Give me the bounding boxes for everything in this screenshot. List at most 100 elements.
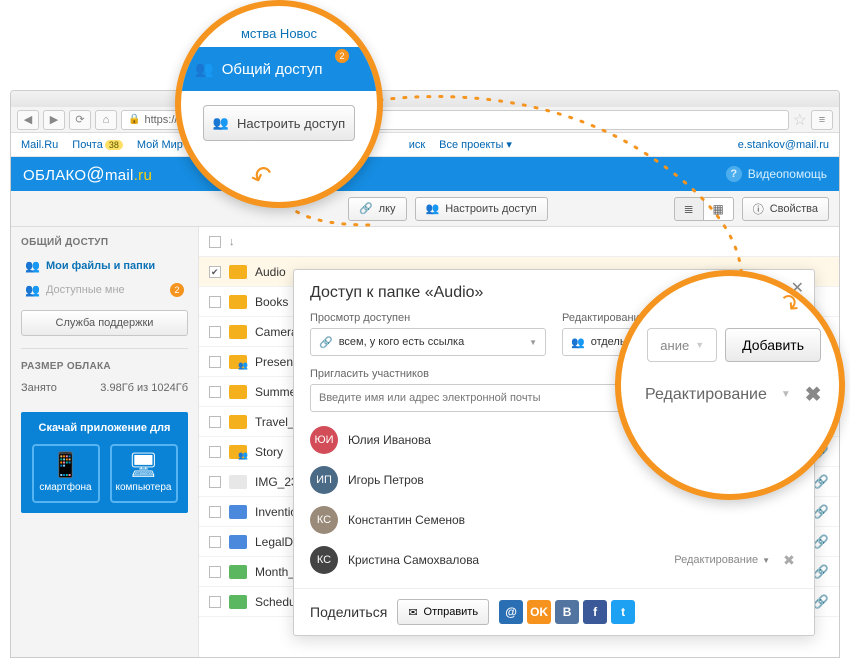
portal-link-mailru[interactable]: Mail.Ru	[21, 139, 58, 151]
mag1-configure-button[interactable]: 👥 Настроить доступ	[203, 105, 355, 141]
app-header: ОБЛАКО@mail.ru ? Видеопомощь	[11, 157, 839, 191]
row-checkbox[interactable]	[209, 446, 221, 458]
sfolder-icon	[229, 445, 247, 459]
remove-user-button[interactable]: ✖	[780, 552, 798, 569]
file-name: Audio	[255, 265, 286, 279]
row-checkbox[interactable]	[209, 476, 221, 488]
mail-icon: ✉	[408, 606, 417, 619]
select-all-checkbox[interactable]	[209, 236, 221, 248]
share-ok-button[interactable]: OK	[527, 600, 551, 624]
row-checkbox[interactable]	[209, 326, 221, 338]
view-list-button[interactable]: ≣	[674, 197, 704, 221]
sort-icon[interactable]: ↓	[229, 236, 235, 248]
sidebar-item-shared-with-me[interactable]: 👥 Доступные мне 2	[21, 278, 188, 302]
share-tw-button[interactable]: t	[611, 600, 635, 624]
arrow-icon: ↶	[246, 158, 277, 195]
portal-link-projects[interactable]: Все проекты ▾	[439, 138, 512, 151]
group-icon: 👥	[213, 115, 229, 131]
link-icon: 🔗	[813, 534, 829, 550]
promo-panel: Скачай приложение для 📱 смартфона 🖥 комп…	[21, 412, 188, 513]
help-icon: ?	[726, 166, 742, 182]
used-value: 3.98Гб из 1024Гб	[100, 382, 188, 394]
mag1-tabs: мства Новос	[195, 26, 363, 41]
share-fb-button[interactable]: f	[583, 600, 607, 624]
sidebar-heading: Общий доступ	[21, 237, 188, 248]
cloud-size-heading: Размер облака	[21, 361, 188, 372]
file-name: Books	[255, 295, 288, 309]
row-checkbox[interactable]	[209, 296, 221, 308]
configure-access-button[interactable]: 👥Настроить доступ	[415, 197, 548, 221]
user-name: Кристина Самохвалова	[348, 553, 664, 567]
bookmark-icon[interactable]: ☆	[793, 110, 807, 130]
lock-icon: 🔒	[128, 114, 140, 125]
row-checkbox[interactable]	[209, 536, 221, 548]
portal-link-world[interactable]: Мой Мир	[137, 139, 183, 151]
folder-icon	[229, 265, 247, 279]
folder-icon	[229, 295, 247, 309]
nav-menu-button[interactable]: ≡	[811, 110, 833, 130]
shared-count-badge: 2	[170, 283, 184, 297]
group-icon: 👥	[426, 202, 440, 215]
mag2-role-label[interactable]: Редактирование	[645, 386, 767, 404]
promo-desktop[interactable]: 🖥 компьютера	[110, 444, 178, 503]
avatar: ЮИ	[310, 426, 338, 454]
doc-icon	[229, 505, 247, 519]
sfolder-icon	[229, 355, 247, 369]
folder-icon	[229, 415, 247, 429]
group-icon: 👥	[25, 283, 40, 297]
chevron-down-icon: ▼	[781, 389, 791, 400]
toolbar: 🔗лку 👥Настроить доступ ≣ ▦ ⓘСвойства	[11, 191, 839, 227]
group-icon: 👥	[195, 60, 214, 78]
invite-input[interactable]	[310, 384, 642, 412]
user-role-select[interactable]: Редактирование ▼	[674, 554, 770, 566]
nav-back-button[interactable]: ◀	[17, 110, 39, 130]
avatar: КС	[310, 546, 338, 574]
address-bar: ◀ ▶ ⟳ ⌂ 🔒 https://clo ☆ ≡	[11, 107, 839, 133]
video-help-link[interactable]: ? Видеопомощь	[726, 166, 827, 182]
row-checkbox[interactable]	[209, 566, 221, 578]
remove-user-button[interactable]: ✖	[805, 382, 822, 407]
phone-icon: 📱	[38, 454, 94, 478]
monitor-icon: 🖥	[116, 454, 172, 478]
link-icon: 🔗	[813, 564, 829, 580]
folder-icon	[229, 385, 247, 399]
xls-icon	[229, 595, 247, 609]
promo-title: Скачай приложение для	[31, 422, 178, 434]
row-checkbox[interactable]	[209, 596, 221, 608]
link-icon: 🔗	[813, 474, 829, 490]
send-email-button[interactable]: ✉Отправить	[397, 599, 489, 625]
row-checkbox[interactable]	[209, 266, 221, 278]
nav-home-button[interactable]: ⌂	[95, 110, 117, 130]
portal-link-mail[interactable]: Почта38	[72, 139, 123, 151]
row-checkbox[interactable]	[209, 506, 221, 518]
avatar: ИП	[310, 466, 338, 494]
portal-links-row: Mail.Ru Почта38 Мой Мир иск Все проекты …	[11, 133, 839, 157]
row-checkbox[interactable]	[209, 416, 221, 428]
promo-smartphone[interactable]: 📱 смартфона	[32, 444, 100, 503]
nav-forward-button[interactable]: ▶	[43, 110, 65, 130]
link-icon: 🔗	[813, 594, 829, 610]
row-checkbox[interactable]	[209, 386, 221, 398]
nav-reload-button[interactable]: ⟳	[69, 110, 91, 130]
get-link-button[interactable]: 🔗лку	[348, 197, 407, 221]
link-icon: 🔗	[319, 336, 333, 349]
share-moimir-button[interactable]: @	[499, 600, 523, 624]
properties-button[interactable]: ⓘСвойства	[742, 197, 829, 221]
view-access-select[interactable]: 🔗 всем, у кого есть ссылка ▼	[310, 328, 546, 356]
user-name: Константин Семенов	[348, 513, 798, 527]
xls-icon	[229, 565, 247, 579]
view-grid-button[interactable]: ▦	[704, 197, 734, 221]
support-button[interactable]: Служба поддержки	[21, 310, 188, 336]
folder-icon	[229, 325, 247, 339]
user-email-link[interactable]: e.stankov@mail.ru	[738, 139, 829, 151]
magnifier-bottom: ↷ ание▼ Добавить Редактирование ▼ ✖	[615, 270, 845, 500]
mag2-role-select[interactable]: ание▼	[647, 328, 717, 362]
group-icon: 👥	[25, 259, 40, 273]
portal-link-search[interactable]: иск	[409, 139, 425, 151]
mail-badge: 38	[105, 140, 123, 150]
sidebar-item-my-files[interactable]: 👥 Мои файлы и папки	[21, 254, 188, 278]
row-checkbox[interactable]	[209, 356, 221, 368]
share-vk-button[interactable]: B	[555, 600, 579, 624]
mag2-add-button[interactable]: Добавить	[725, 328, 821, 362]
view-switcher[interactable]: ≣ ▦	[674, 197, 734, 221]
